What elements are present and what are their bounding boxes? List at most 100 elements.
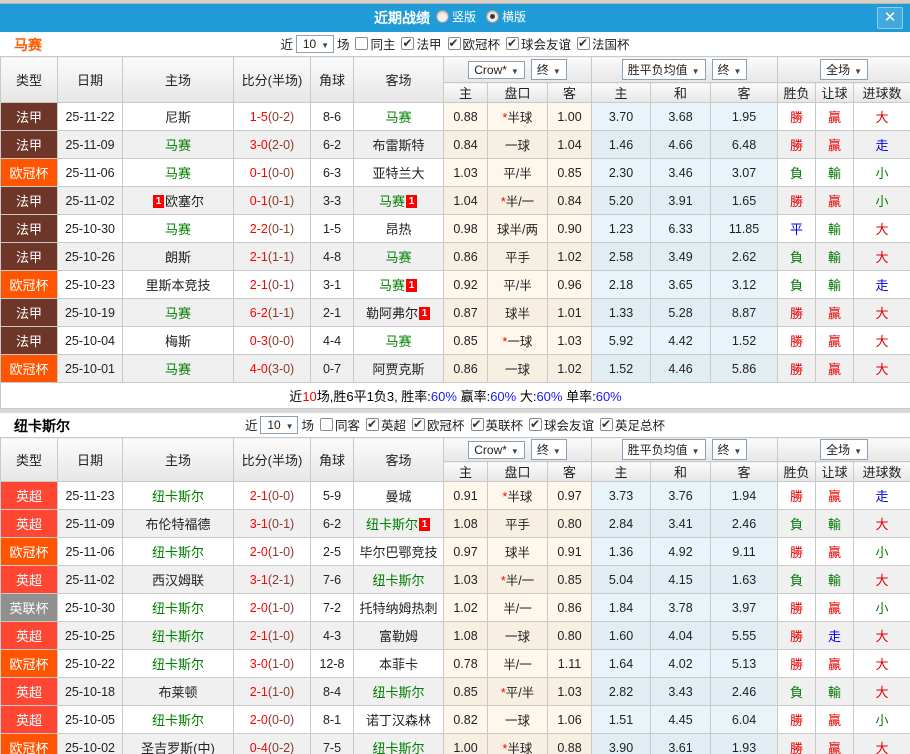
result-cell: 大	[854, 734, 910, 754]
result-cell: 負	[778, 678, 816, 706]
radio-icon[interactable]	[436, 10, 449, 23]
league-badge: 英超	[1, 706, 58, 734]
checkbox-icon[interactable]	[448, 37, 461, 50]
result-cell: 負	[778, 243, 816, 271]
filter-checkbox-球会友谊[interactable]: 球会友谊	[523, 417, 594, 431]
team-name: 布雷斯特	[372, 138, 424, 153]
column-header-类型: 类型	[1, 438, 58, 482]
asia-odds-cell: *半球	[488, 103, 548, 131]
team-name: 西汉姆联	[152, 573, 204, 588]
score-cell: 0-1(0-0)	[234, 159, 311, 187]
filter-checkbox-同主[interactable]: 同主	[349, 36, 395, 50]
result-cell: 贏	[816, 327, 854, 355]
asia-odds-cell: *半球	[488, 734, 548, 754]
checkbox-icon[interactable]	[320, 418, 333, 431]
team-cell: 尼斯	[123, 103, 234, 131]
match-count-select[interactable]: 10▼	[260, 416, 298, 434]
corner-count: 6-3	[311, 159, 354, 187]
dropdown-Crow*[interactable]: Crow*▼	[468, 441, 525, 459]
match-count-select[interactable]: 10▼	[296, 35, 334, 53]
filter-checkbox-英足总杯[interactable]: 英足总杯	[594, 417, 665, 431]
asia-odds-cell: 0.98	[444, 215, 488, 243]
asia-odds-cell: 球半	[488, 538, 548, 566]
result-cell: 勝	[778, 355, 816, 383]
match-date: 25-10-30	[58, 594, 123, 622]
dropdown-全场[interactable]: 全场▼	[820, 439, 868, 460]
euro-odds-cell: 2.82	[592, 678, 651, 706]
asia-odds-cell: 一球	[488, 622, 548, 650]
odds-group-header: 全场▼	[778, 438, 910, 462]
filter-checkbox-同客[interactable]: 同客	[314, 417, 360, 431]
layout-radio-横版[interactable]: 横版	[486, 8, 526, 25]
match-date: 25-11-09	[58, 131, 123, 159]
asia-odds-cell: 半/一	[488, 594, 548, 622]
radio-label: 横版	[502, 8, 526, 25]
dropdown-终[interactable]: 终▼	[712, 439, 748, 460]
filter-checkbox-球会友谊[interactable]: 球会友谊	[500, 36, 571, 50]
league-badge: 法甲	[1, 243, 58, 271]
filter-checkbox-欧冠杯[interactable]: 欧冠杯	[406, 417, 465, 431]
asia-odds-cell: 1.00	[548, 103, 592, 131]
asia-odds-cell: 0.86	[444, 243, 488, 271]
sub-column-header-让球: 让球	[816, 462, 854, 482]
dropdown-Crow*[interactable]: Crow*▼	[468, 61, 525, 79]
filter-checkbox-欧冠杯[interactable]: 欧冠杯	[442, 36, 501, 50]
filter-checkbox-英联杯[interactable]: 英联杯	[465, 417, 524, 431]
result-cell: 勝	[778, 299, 816, 327]
corner-count: 3-1	[311, 271, 354, 299]
team-cell: 马赛	[123, 131, 234, 159]
asia-odds-cell: 0.84	[548, 187, 592, 215]
checkbox-icon[interactable]	[366, 418, 379, 431]
checkbox-icon[interactable]	[600, 418, 613, 431]
checkbox-icon[interactable]	[471, 418, 484, 431]
team-cell: 马赛	[354, 327, 444, 355]
euro-odds-cell: 2.46	[711, 678, 778, 706]
team-name: 马赛	[379, 194, 405, 209]
team-name: 纽卡斯尔	[372, 573, 424, 588]
team-name: 布莱顿	[158, 685, 197, 700]
match-row: 法甲25-10-04梅斯0-3(0-0)4-4马赛0.85*一球1.035.92…	[1, 327, 910, 355]
checkbox-icon[interactable]	[529, 418, 542, 431]
close-icon[interactable]: ✕	[877, 7, 903, 29]
sub-column-header-进球数: 进球数	[854, 462, 910, 482]
dropdown-终[interactable]: 终▼	[712, 59, 748, 80]
layout-radio-竖版[interactable]: 竖版	[436, 8, 476, 25]
team-name: 布伦特福德	[145, 517, 210, 532]
euro-odds-cell: 2.18	[592, 271, 651, 299]
score-cell: 6-2(1-1)	[234, 299, 311, 327]
asia-odds-cell: 0.88	[548, 734, 592, 754]
dropdown-胜平负均值[interactable]: 胜平负均值▼	[622, 59, 706, 80]
result-cell: 小	[854, 594, 910, 622]
dropdown-全场[interactable]: 全场▼	[820, 59, 868, 80]
euro-odds-cell: 1.65	[711, 187, 778, 215]
euro-odds-cell: 6.04	[711, 706, 778, 734]
checkbox-icon[interactable]	[401, 37, 414, 50]
sub-column-header-主: 主	[444, 83, 488, 103]
team-name: 马赛	[165, 362, 191, 377]
team-name: 勒阿弗尔	[366, 306, 418, 321]
radio-icon[interactable]	[486, 10, 499, 23]
team-name: 纽卡斯尔	[152, 601, 204, 616]
filter-checkbox-法国杯[interactable]: 法国杯	[571, 36, 630, 50]
score-cell: 1-5(0-2)	[234, 103, 311, 131]
euro-odds-cell: 3.76	[651, 482, 711, 510]
dropdown-终[interactable]: 终▼	[531, 59, 567, 80]
sub-column-header-客: 客	[711, 462, 778, 482]
result-cell: 勝	[778, 482, 816, 510]
result-cell: 大	[854, 650, 910, 678]
checkbox-icon[interactable]	[506, 37, 519, 50]
score-cell: 2-1(0-1)	[234, 271, 311, 299]
corner-count: 8-6	[311, 103, 354, 131]
match-row: 欧冠杯25-10-01马赛4-0(3-0)0-7阿贾克斯0.86一球1.021.…	[1, 355, 910, 383]
team-cell: 布莱顿	[123, 678, 234, 706]
checkbox-icon[interactable]	[412, 418, 425, 431]
checkbox-icon[interactable]	[577, 37, 590, 50]
result-cell: 贏	[816, 355, 854, 383]
dropdown-胜平负均值[interactable]: 胜平负均值▼	[622, 439, 706, 460]
result-cell: 走	[854, 131, 910, 159]
team-cell: 本菲卡	[354, 650, 444, 678]
checkbox-icon[interactable]	[355, 37, 368, 50]
filter-checkbox-法甲[interactable]: 法甲	[395, 36, 441, 50]
filter-checkbox-英超[interactable]: 英超	[360, 417, 406, 431]
dropdown-终[interactable]: 终▼	[531, 439, 567, 460]
